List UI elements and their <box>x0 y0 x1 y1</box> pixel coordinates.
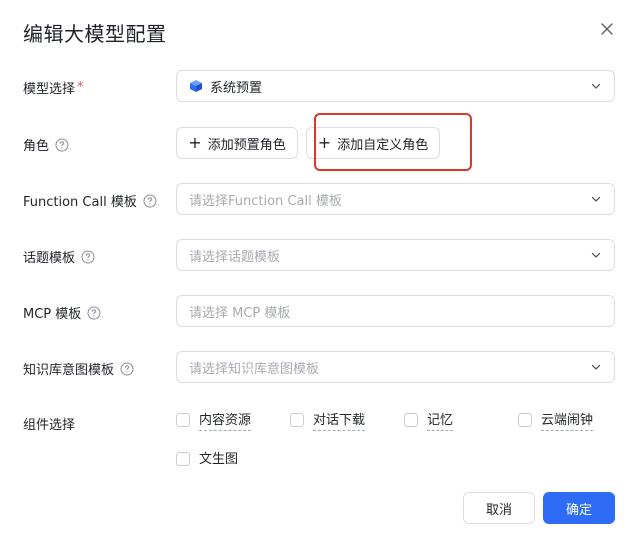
function-call-select[interactable]: 请选择Function Call 模板 <box>176 183 615 215</box>
plus-icon: + <box>188 132 202 152</box>
help-icon[interactable] <box>55 138 69 152</box>
checkbox-box[interactable] <box>518 413 532 427</box>
checkbox-box[interactable] <box>176 451 190 466</box>
checkbox-box[interactable] <box>290 413 304 427</box>
mcp-placeholder: 请选择 MCP 模板 <box>189 305 291 321</box>
topic-placeholder: 请选择话题模板 <box>189 249 281 265</box>
component-checkbox-text-to-image[interactable]: 文生图 <box>176 448 238 469</box>
role-label-row: 角色 <box>23 135 69 154</box>
components-label: 组件选择 <box>23 418 76 433</box>
cube-icon <box>190 80 202 92</box>
model-label: 模型选择 <box>23 82 76 97</box>
component-checkbox-cloud-alarm[interactable]: 云端闹钟 <box>518 409 594 431</box>
help-icon[interactable] <box>143 194 157 208</box>
chevron-down-icon <box>591 364 601 370</box>
topic-label: 话题模板 <box>23 251 76 266</box>
model-label-row: 模型选择 * <box>23 78 84 97</box>
function-call-label: Function Call 模板 <box>23 195 137 210</box>
model-select[interactable]: 系统预置 <box>176 70 615 102</box>
component-checkbox-content-resources[interactable]: 内容资源 <box>176 409 252 431</box>
add-custom-role-button[interactable]: + 添加自定义角色 <box>306 127 440 159</box>
cancel-button[interactable]: 取消 <box>463 492 535 524</box>
checkbox-box[interactable] <box>404 413 418 427</box>
mcp-label: MCP 模板 <box>23 307 82 322</box>
confirm-button[interactable]: 确定 <box>543 492 615 524</box>
component-checkbox-chat-download[interactable]: 对话下载 <box>290 409 366 431</box>
required-mark: * <box>77 80 84 95</box>
help-icon[interactable] <box>120 362 134 376</box>
dialog-title: 编辑大模型配置 <box>23 22 167 46</box>
role-label: 角色 <box>23 139 50 154</box>
help-icon[interactable] <box>87 306 101 320</box>
checkbox-box[interactable] <box>176 413 190 427</box>
chevron-down-icon <box>591 252 601 258</box>
components-label-row: 组件选择 <box>23 414 75 433</box>
chevron-down-icon <box>591 83 601 89</box>
knowledge-select[interactable]: 请选择知识库意图模板 <box>176 351 615 383</box>
help-icon[interactable] <box>81 250 95 264</box>
knowledge-label: 知识库意图模板 <box>23 363 115 378</box>
add-preset-role-button[interactable]: + 添加预置角色 <box>176 127 298 159</box>
knowledge-label-row: 知识库意图模板 <box>23 359 134 378</box>
function-call-placeholder: 请选择Function Call 模板 <box>189 193 342 209</box>
edit-model-config-dialog: 编辑大模型配置 模型选择 * 系统预置 角色 + 添加预置角色 + 添加自定义角… <box>0 0 644 543</box>
model-select-value: 系统预置 <box>210 80 263 96</box>
component-checkbox-memory[interactable]: 记忆 <box>404 409 454 431</box>
close-icon[interactable] <box>598 20 616 38</box>
mcp-select[interactable]: 请选择 MCP 模板 <box>176 295 615 327</box>
chevron-down-icon <box>591 196 601 202</box>
function-call-label-row: Function Call 模板 <box>23 191 157 210</box>
topic-select[interactable]: 请选择话题模板 <box>176 239 615 271</box>
mcp-label-row: MCP 模板 <box>23 303 101 322</box>
plus-icon: + <box>317 132 332 152</box>
knowledge-placeholder: 请选择知识库意图模板 <box>189 361 320 377</box>
topic-label-row: 话题模板 <box>23 247 95 266</box>
